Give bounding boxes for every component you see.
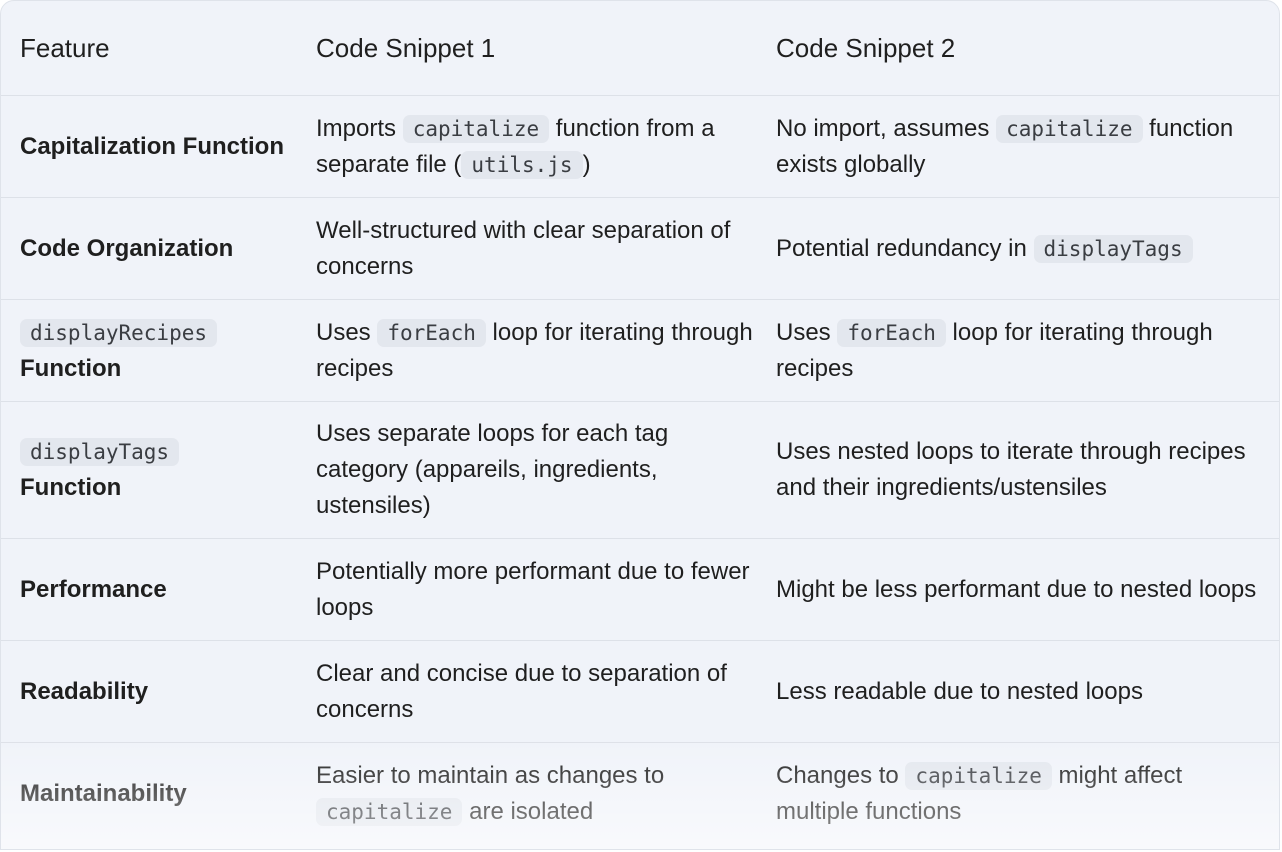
table-row: displayRecipes Function Uses forEach loop… — [1, 299, 1279, 402]
snippet1-cell: Potentially more performant due to fewer… — [316, 538, 776, 641]
snippet1-cell: Clear and concise due to separation of c… — [316, 640, 776, 743]
feature-name: Code Organization — [20, 234, 234, 262]
table-row: Code Organization Well-structured with c… — [1, 197, 1279, 300]
feature-name: Performance — [20, 575, 167, 603]
cell-text: Imports — [316, 114, 403, 142]
cell-text: Clear and concise due to separation of c… — [316, 659, 727, 723]
header-code-snippet-2: Code Snippet 2 — [776, 1, 1279, 96]
table-row: Maintainability Easier to maintain as ch… — [1, 743, 1279, 845]
snippet2-cell: Less readable due to nested loops — [776, 640, 1279, 743]
table-row: Performance Potentially more performant … — [1, 538, 1279, 641]
header-feature: Feature — [1, 1, 316, 96]
inline-code: forEach — [377, 318, 486, 347]
cell-text: Changes to — [776, 761, 906, 789]
cell-text: Potential redundancy in — [776, 234, 1034, 262]
snippet1-cell: Uses forEach loop for iterating through … — [316, 299, 776, 402]
feature-name: Function — [20, 474, 122, 501]
feature-name: Readability — [20, 677, 149, 705]
snippet2-cell: Changes to capitalize might affect multi… — [776, 743, 1279, 845]
inline-code: displayTags — [20, 438, 180, 466]
cell-text: Potentially more performant due to fewer… — [316, 557, 750, 621]
feature-cell: Code Organization — [1, 197, 316, 300]
feature-cell: displayTags Function — [1, 401, 316, 539]
table-row: Readability Clear and concise due to sep… — [1, 640, 1279, 743]
comparison-table: Feature Code Snippet 1 Code Snippet 2 Ca… — [1, 1, 1279, 844]
feature-cell: Performance — [1, 538, 316, 641]
inline-code: capitalize — [402, 114, 550, 143]
cell-text: Easier to maintain as changes to — [316, 761, 665, 789]
snippet1-cell: Easier to maintain as changes to capital… — [316, 743, 776, 845]
cell-text: Uses nested loops to iterate through rec… — [776, 438, 1246, 501]
table-row: Capitalization Function Imports capitali… — [1, 95, 1279, 198]
inline-code: capitalize — [316, 797, 463, 826]
inline-code: capitalize — [905, 761, 1052, 790]
feature-cell: displayRecipes Function — [1, 299, 316, 402]
cell-text: Well-structured with clear separation of… — [316, 216, 731, 280]
cell-text: Uses separate loops for each tag categor… — [316, 420, 669, 519]
inline-code: displayTags — [1033, 234, 1193, 263]
snippet2-cell: Potential redundancy in displayTags — [776, 197, 1279, 300]
snippet2-cell: Uses nested loops to iterate through rec… — [776, 401, 1279, 539]
header-code-snippet-1: Code Snippet 1 — [316, 1, 776, 96]
snippet2-cell: No import, assumes capitalize function e… — [776, 95, 1279, 198]
cell-text: Less readable due to nested loops — [776, 677, 1143, 705]
snippet1-cell: Uses separate loops for each tag categor… — [316, 401, 776, 539]
cell-text: Might be less performant due to nested l… — [776, 575, 1257, 603]
snippet1-cell: Imports capitalize function from a separ… — [316, 95, 776, 198]
table-header-row: Feature Code Snippet 1 Code Snippet 2 — [1, 1, 1279, 96]
cell-text: Uses — [776, 318, 838, 346]
inline-code: displayRecipes — [20, 318, 218, 347]
cell-text: are isolated — [462, 797, 594, 825]
snippet2-cell: Might be less performant due to nested l… — [776, 538, 1279, 641]
snippet2-cell: Uses forEach loop for iterating through … — [776, 299, 1279, 402]
feature-cell: Maintainability — [1, 743, 316, 845]
feature-name: Capitalization Function — [20, 132, 284, 160]
feature-name: Function — [20, 354, 122, 382]
comparison-table-container: Feature Code Snippet 1 Code Snippet 2 Ca… — [0, 0, 1280, 850]
table-row: displayTags Function Uses separate loops … — [1, 401, 1279, 539]
feature-cell: Readability — [1, 640, 316, 743]
cell-text: Uses — [316, 318, 378, 346]
feature-cell: Capitalization Function — [1, 95, 316, 198]
inline-code: forEach — [837, 318, 946, 347]
cell-text: No import, assumes — [776, 114, 997, 142]
inline-code: utils.js — [461, 150, 583, 179]
cell-text: ) — [582, 150, 591, 178]
snippet1-cell: Well-structured with clear separation of… — [316, 197, 776, 300]
feature-name: Maintainability — [20, 779, 187, 807]
inline-code: capitalize — [996, 114, 1143, 143]
